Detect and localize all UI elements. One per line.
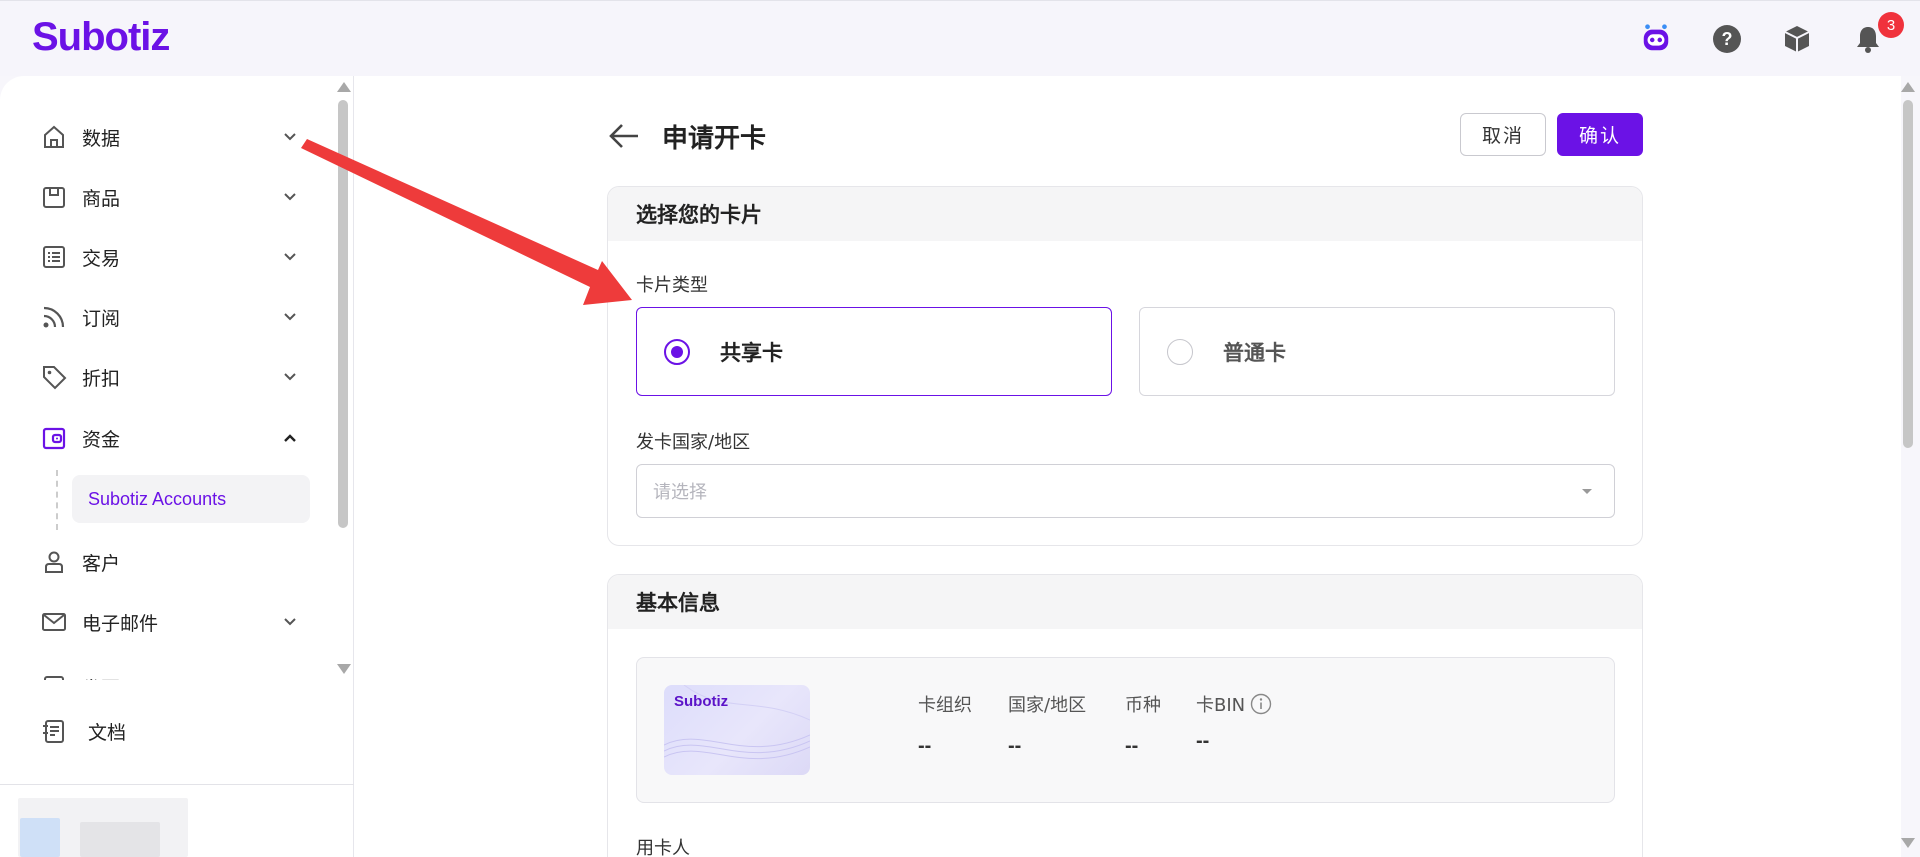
sidebar-item-transactions[interactable]: 交易 xyxy=(40,237,300,277)
rss-icon xyxy=(40,303,68,331)
sidebar-item-label: 资金 xyxy=(82,428,121,451)
top-bar: Subotiz ? 3 xyxy=(0,0,1920,76)
sidebar-item-label: 交易 xyxy=(82,247,121,270)
card-option-shared[interactable]: 共享卡 xyxy=(636,307,1112,396)
card-brand-text: Subotiz xyxy=(674,693,729,710)
country-select[interactable]: 请选择 xyxy=(636,464,1615,518)
card-option-label: 普通卡 xyxy=(1223,340,1286,365)
account-name-blurred xyxy=(80,822,160,857)
card-option-label: 共享卡 xyxy=(720,340,783,365)
card-preview-image: Subotiz xyxy=(664,685,810,775)
sidebar-item-docs[interactable]: 文档 xyxy=(40,711,300,751)
currency-value: -- xyxy=(1125,735,1139,757)
sidebar-divider xyxy=(0,784,354,785)
home-icon xyxy=(40,123,68,151)
currency-label: 币种 xyxy=(1125,695,1161,716)
radio-unselected[interactable] xyxy=(1167,338,1193,365)
sidebar-item-customers[interactable]: 客户 xyxy=(40,542,300,582)
invoice-icon xyxy=(40,673,68,680)
card-network-value: -- xyxy=(918,735,932,757)
card-bin-label: 卡BIN xyxy=(1196,691,1272,717)
list-icon xyxy=(40,243,68,271)
back-arrow-icon[interactable] xyxy=(606,118,642,154)
shop-icon xyxy=(40,183,68,211)
sidebar-item-subscriptions[interactable]: 订阅 xyxy=(40,297,300,337)
submenu-guide-line xyxy=(56,470,58,530)
sidebar-subitem-subotiz-accounts[interactable]: Subotiz Accounts xyxy=(72,475,310,523)
wallet-icon xyxy=(40,424,68,452)
sidebar-item-label: 折扣 xyxy=(82,367,121,390)
caret-down-icon xyxy=(1582,489,1592,494)
chevron-down-icon xyxy=(284,253,296,261)
sidebar-item-label: 客户 xyxy=(82,552,121,575)
logo[interactable]: Subotiz xyxy=(32,15,170,60)
doc-icon xyxy=(40,717,68,745)
card-bin-value: -- xyxy=(1196,730,1210,752)
chevron-down-icon xyxy=(284,133,296,141)
sidebar-item-label: 电子邮件 xyxy=(82,612,159,635)
chevron-up-icon xyxy=(284,434,296,442)
sidebar-item-email[interactable]: 电子邮件 xyxy=(40,602,300,642)
user-icon xyxy=(40,548,68,576)
sidebar-item-products[interactable]: 商品 xyxy=(40,177,300,217)
sidebar-item-funds[interactable]: 资金 xyxy=(40,418,300,458)
country-region-label: 国家/地区 xyxy=(1008,695,1087,716)
chevron-down-icon xyxy=(284,313,296,321)
panel-header: 选择您的卡片 xyxy=(608,187,1642,241)
help-icon[interactable]: ? xyxy=(1711,23,1743,55)
sidebar-item-data[interactable]: 数据 xyxy=(40,117,300,157)
sidebar-item-label: 商品 xyxy=(82,187,121,210)
card-network-label: 卡组织 xyxy=(918,695,972,716)
notification-badge: 3 xyxy=(1878,12,1904,38)
tag-icon xyxy=(40,363,68,391)
main-scroll-up-arrow[interactable] xyxy=(1901,82,1915,92)
page-title: 申请开卡 xyxy=(662,124,767,154)
country-select-placeholder: 请选择 xyxy=(653,482,707,503)
cancel-button[interactable]: 取消 xyxy=(1460,113,1546,156)
main-scroll-down-arrow[interactable] xyxy=(1901,838,1915,848)
panel-header: 基本信息 xyxy=(608,575,1642,629)
bot-icon[interactable] xyxy=(1640,23,1672,55)
sidebar-scrollbar-thumb[interactable] xyxy=(338,100,348,528)
scroll-up-arrow[interactable] xyxy=(337,82,351,92)
sidebar-item-label: 订阅 xyxy=(82,307,121,330)
confirm-button[interactable]: 确认 xyxy=(1557,113,1643,156)
mail-icon xyxy=(40,608,68,636)
sidebar-item-label: 数据 xyxy=(82,127,121,150)
cardholder-label: 用卡人 xyxy=(636,838,690,857)
country-label: 发卡国家/地区 xyxy=(636,432,751,453)
svg-text:?: ? xyxy=(1722,29,1733,49)
chevron-down-icon xyxy=(280,677,300,680)
scroll-down-arrow[interactable] xyxy=(337,664,351,674)
sidebar-clip: 发票 xyxy=(40,668,330,680)
sidebar-item-label: 文档 xyxy=(88,721,127,744)
chevron-down-icon xyxy=(284,373,296,381)
card-bin-label-text: 卡BIN xyxy=(1196,695,1246,716)
main-scrollbar-thumb[interactable] xyxy=(1903,100,1913,448)
account-avatar xyxy=(20,818,60,857)
sidebar-item-discounts[interactable]: 折扣 xyxy=(40,357,300,397)
radio-selected[interactable] xyxy=(664,338,690,365)
chevron-down-icon xyxy=(284,618,296,626)
info-icon[interactable] xyxy=(1250,693,1272,715)
country-region-value: -- xyxy=(1008,735,1022,757)
package-icon[interactable] xyxy=(1781,23,1813,55)
sidebar-item-label: 发票 xyxy=(82,674,120,681)
card-option-normal[interactable]: 普通卡 xyxy=(1139,307,1615,396)
sidebar-item-invoices[interactable]: 发票 xyxy=(40,668,300,680)
card-type-label: 卡片类型 xyxy=(636,275,708,296)
chevron-down-icon xyxy=(284,193,296,201)
